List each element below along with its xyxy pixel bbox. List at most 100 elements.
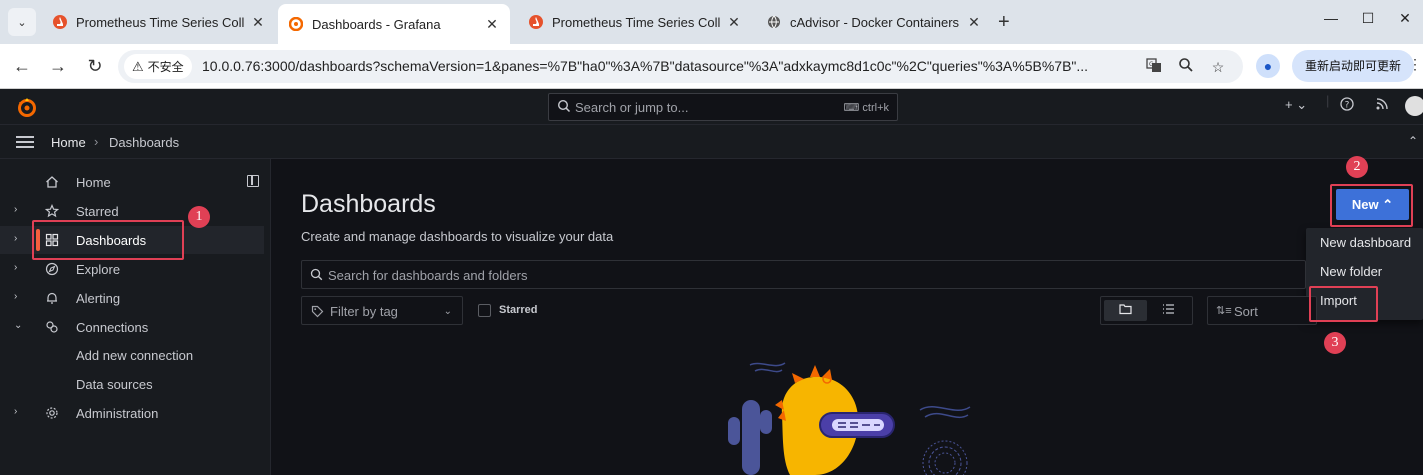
search-shortcut-label: ctrl+k [862,102,889,114]
search-icon [310,268,323,281]
sidebar-item-label: Home [76,175,111,190]
sidebar-item-label: Data sources [76,377,153,392]
view-toggle [1100,296,1193,325]
browser-tab-active[interactable]: Dashboards - Grafana ✕ [278,4,510,44]
zoom-icon[interactable] [1176,57,1196,77]
breadcrumb-bar: Home › Dashboards ⌃ [0,125,1423,159]
star-icon [45,204,59,218]
security-label: 不安全 [147,60,184,74]
svg-text:?: ? [1345,101,1350,111]
url-text[interactable]: 10.0.0.76:3000/dashboards?schemaVersion=… [202,58,1162,74]
sidebar-item-label: Administration [76,406,159,421]
globe-icon [766,14,782,30]
sidebar-item-add-new-connection[interactable]: Add new connection [0,341,264,369]
reload-icon[interactable]: ↻ [83,54,107,78]
profile-avatar-icon[interactable]: ● [1256,54,1280,78]
chevron-right-icon[interactable]: › [14,233,17,244]
close-tab-icon[interactable]: ✕ [250,14,266,30]
sidebar: Home › Starred › Dashboards › Explore › … [0,159,271,475]
breadcrumb-separator: › [94,134,99,149]
address-bar[interactable]: ⚠ 不安全 10.0.0.76:3000/dashboards?schemaVe… [118,50,1243,83]
sort-icon: ⇅≡ [1216,305,1232,317]
chevron-right-icon[interactable]: › [14,406,17,417]
warning-icon: ⚠ [132,58,144,74]
close-tab-icon[interactable]: ✕ [966,14,982,30]
browser-tab-bar: ⌄ Prometheus Time Series Colle ✕ Dashboa… [0,0,1423,44]
annotation-badge: 3 [1324,332,1346,354]
page-subtitle: Create and manage dashboards to visualiz… [301,229,614,244]
bell-icon [47,292,57,304]
tab-search-button[interactable]: ⌄ [8,8,36,36]
svg-text:G: G [1149,61,1154,68]
close-tab-icon[interactable]: ✕ [484,16,500,32]
sidebar-item-administration[interactable]: › Administration [0,399,264,427]
starred-label[interactable]: Starred [499,304,538,316]
sidebar-item-alerting[interactable]: › Alerting [0,284,264,312]
empty-state-illustration [728,362,971,475]
security-indicator[interactable]: ⚠ 不安全 [124,54,192,79]
tag-icon [311,305,324,321]
browser-toolbar: ← → ↻ ⚠ 不安全 10.0.0.76:3000/dashboards?sc… [0,44,1423,89]
menu-item-new-folder[interactable]: New folder [1320,264,1382,279]
browser-tab[interactable]: Prometheus Time Series Colle ✕ [518,6,752,38]
list-view-icon[interactable] [1161,303,1175,317]
sort-select[interactable]: ⇅≡ Sort [1207,296,1317,325]
sidebar-item-home[interactable]: Home [0,168,264,196]
starred-checkbox[interactable] [478,304,491,317]
dashboard-search-input[interactable]: Search for dashboards and folders [301,260,1306,289]
chevron-right-icon[interactable]: › [14,204,17,215]
grafana-logo-icon[interactable] [16,96,38,118]
forward-arrow-icon[interactable]: → [46,54,70,78]
chevron-up-icon[interactable]: ⌃ [1408,134,1418,148]
annotation-box-dashboards [32,220,184,260]
tab-title: cAdvisor - Docker Containers [790,14,960,30]
filter-tag-placeholder: Filter by tag [330,304,398,319]
annotation-badge: 1 [188,206,210,228]
browser-menu-icon[interactable]: ⋮ [1408,56,1422,73]
menu-item-new-dashboard[interactable]: New dashboard [1320,235,1411,250]
chevron-down-icon: ⌄ [443,306,452,317]
close-window-icon[interactable]: ✕ [1395,10,1415,27]
tab-title: Prometheus Time Series Colle [76,14,244,30]
chevron-right-icon[interactable]: › [14,291,17,302]
bookmark-star-icon[interactable]: ☆ [1208,57,1228,77]
close-tab-icon[interactable]: ✕ [726,14,742,30]
grafana-favicon-icon [288,16,304,32]
sidebar-item-label: Alerting [76,291,121,306]
compass-icon [45,262,59,276]
browser-tab[interactable]: cAdvisor - Docker Containers ✕ [756,6,992,38]
tab-title: Prometheus Time Series Colle [552,14,720,30]
browser-tab[interactable]: Prometheus Time Series Colle ✕ [42,6,276,38]
sidebar-item-label: Add new connection [76,348,194,363]
maximize-icon[interactable]: ☐ [1358,10,1378,27]
user-avatar[interactable] [1405,96,1423,116]
chevron-down-icon[interactable]: ⌄ [14,320,22,331]
add-new-icon[interactable]: + ⌄ [1285,97,1307,113]
help-icon[interactable]: ? [1340,97,1354,114]
sidebar-item-connections[interactable]: ⌄ Connections [0,313,264,341]
filter-by-tag-select[interactable]: Filter by tag ⌄ [301,296,463,325]
minimize-icon[interactable]: — [1321,10,1341,26]
connections-icon [46,321,58,333]
page-title: Dashboards [301,190,436,218]
chevron-right-icon[interactable]: › [14,262,17,273]
translate-icon[interactable]: G [1144,57,1164,77]
relaunch-update-button[interactable]: 重新启动即可更新 [1292,50,1414,82]
folder-view-icon[interactable] [1118,303,1132,317]
sidebar-item-label: Explore [76,262,121,277]
menu-toggle-icon[interactable] [16,136,34,148]
global-search-input[interactable]: Search or jump to... ⌨ ctrl+k [548,93,898,121]
sidebar-item-data-sources[interactable]: Data sources [0,370,264,398]
news-rss-icon[interactable] [1375,97,1389,114]
sidebar-item-label: Starred [76,204,119,219]
sidebar-item-label: Connections [76,320,149,335]
annotation-box-import [1309,286,1378,322]
new-tab-button[interactable]: + [998,10,1010,34]
search-icon [557,99,571,113]
sort-label: Sort [1234,304,1258,319]
breadcrumb-home[interactable]: Home [51,135,86,150]
home-icon [46,176,58,188]
back-arrow-icon[interactable]: ← [10,54,34,78]
gear-icon [46,407,58,419]
annotation-box-new [1330,184,1413,227]
